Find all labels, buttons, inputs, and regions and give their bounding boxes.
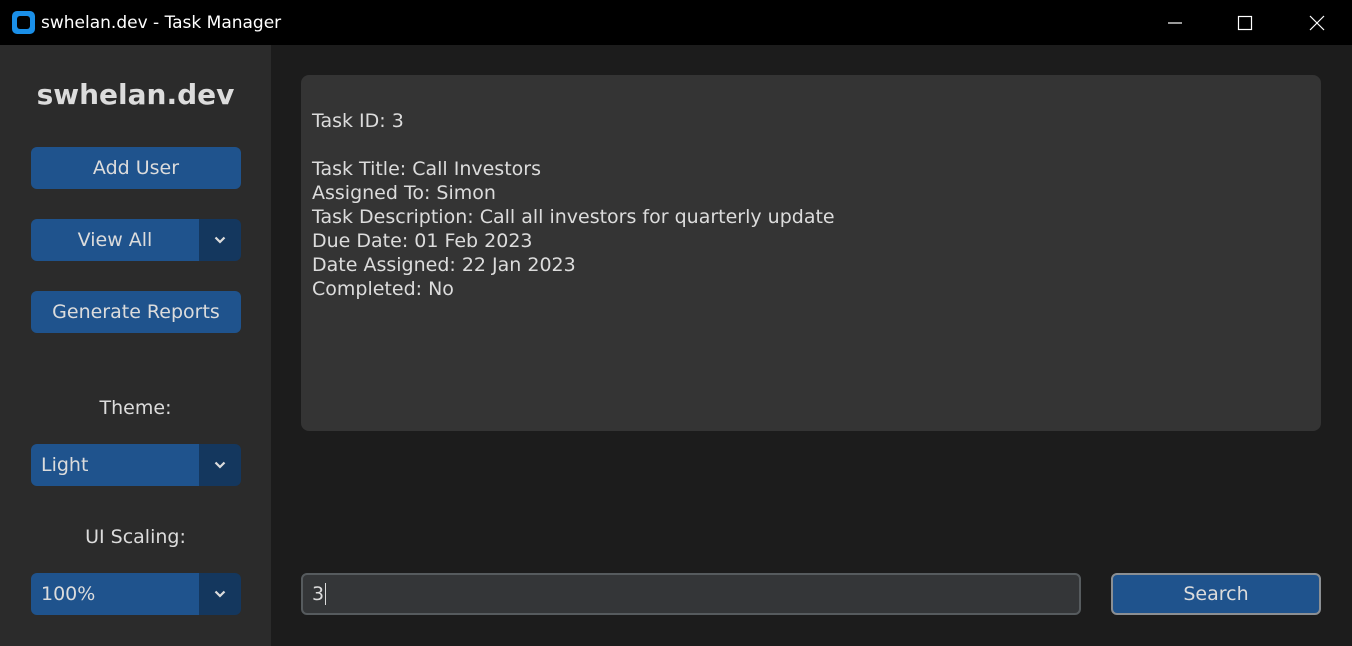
sidebar: swhelan.dev Add User View All Generate R… bbox=[0, 45, 271, 646]
task-date-assigned-line: Date Assigned: 22 Jan 2023 bbox=[312, 254, 576, 276]
app-icon bbox=[12, 11, 35, 34]
maximize-button[interactable] bbox=[1210, 0, 1280, 45]
theme-dropdown-button[interactable] bbox=[199, 444, 241, 486]
chevron-down-icon bbox=[214, 590, 226, 598]
minimize-icon bbox=[1168, 21, 1182, 24]
theme-select[interactable]: Light bbox=[31, 444, 241, 486]
maximize-icon bbox=[1237, 15, 1253, 30]
ui-scaling-label: UI Scaling: bbox=[85, 526, 186, 548]
view-all-dropdown-button[interactable] bbox=[199, 219, 241, 261]
ui-scaling-dropdown-button[interactable] bbox=[199, 573, 241, 615]
ui-scaling-select[interactable]: 100% bbox=[31, 573, 241, 615]
title-bar: swhelan.dev - Task Manager bbox=[0, 0, 1352, 45]
chevron-down-icon bbox=[214, 236, 226, 244]
minimize-button[interactable] bbox=[1140, 0, 1210, 45]
task-search-input[interactable]: 3 bbox=[301, 573, 1081, 615]
close-button[interactable] bbox=[1282, 0, 1352, 45]
text-caret bbox=[325, 583, 327, 605]
task-due-date-line: Due Date: 01 Feb 2023 bbox=[312, 230, 533, 252]
ui-scaling-select-value[interactable]: 100% bbox=[31, 573, 199, 615]
chevron-down-icon bbox=[214, 461, 226, 469]
theme-label: Theme: bbox=[99, 397, 172, 419]
search-button[interactable]: Search bbox=[1111, 573, 1321, 615]
brand-label: swhelan.dev bbox=[36, 78, 235, 111]
task-completed-line: Completed: No bbox=[312, 278, 454, 300]
view-all-menu[interactable]: View All bbox=[31, 219, 241, 261]
task-details-textbox[interactable]: Task ID: 3 Task Title: Call Investors As… bbox=[301, 75, 1321, 431]
add-user-button[interactable]: Add User bbox=[31, 147, 241, 189]
view-all-button[interactable]: View All bbox=[31, 219, 199, 261]
task-id-line: Task ID: 3 bbox=[312, 110, 404, 132]
task-description-line: Task Description: Call all investors for… bbox=[312, 206, 835, 228]
search-input-value: 3 bbox=[312, 583, 325, 605]
window-title: swhelan.dev - Task Manager bbox=[41, 13, 282, 33]
generate-reports-button[interactable]: Generate Reports bbox=[31, 291, 241, 333]
close-icon bbox=[1309, 15, 1325, 30]
task-title-line: Task Title: Call Investors bbox=[312, 158, 541, 180]
theme-select-value[interactable]: Light bbox=[31, 444, 199, 486]
task-assigned-line: Assigned To: Simon bbox=[312, 182, 496, 204]
